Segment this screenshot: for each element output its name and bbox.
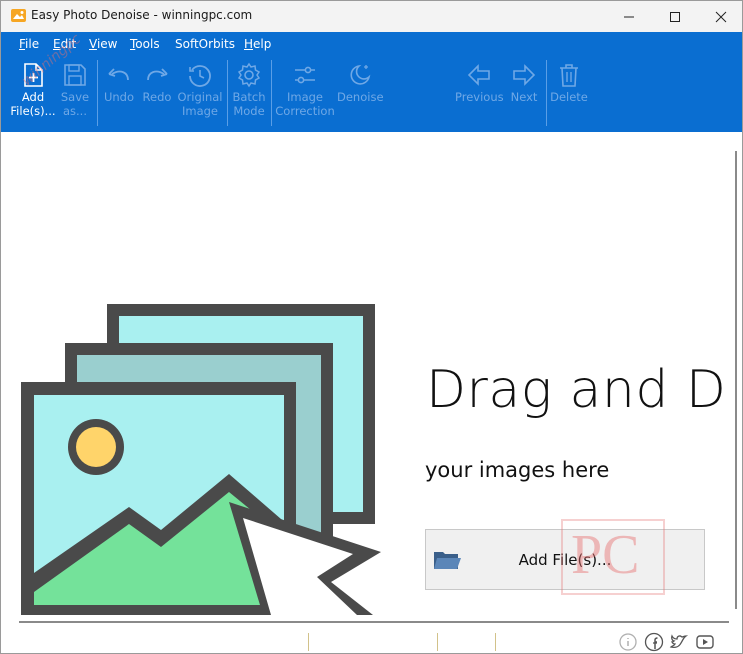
minimize-button[interactable]	[606, 1, 652, 32]
watermark-logo: PC	[571, 524, 640, 586]
toolbar-separator	[546, 60, 547, 126]
batch-mode-label-1: Batch	[232, 90, 266, 104]
menu-tools-label: ools	[135, 37, 160, 51]
menu-view-accel: V	[89, 37, 97, 51]
menu-help-label: elp	[253, 37, 272, 51]
window-title: Easy Photo Denoise - winningpc.com	[31, 8, 253, 22]
app-window: Easy Photo Denoise - winningpc.com File …	[0, 0, 743, 654]
gear-icon	[237, 62, 261, 88]
menu-view[interactable]: View	[89, 37, 117, 51]
moon-stars-icon	[350, 64, 371, 85]
maximize-icon	[670, 11, 680, 22]
next-label: Next	[510, 90, 538, 104]
arrow-left-icon	[467, 64, 490, 86]
maximize-button[interactable]	[652, 1, 698, 32]
batch-mode-label-2: Mode	[233, 104, 265, 118]
toolbar-separator	[271, 60, 272, 126]
menu-softorbits-label: SoftOrbits	[175, 37, 235, 51]
save-icon	[64, 64, 86, 86]
menu-softorbits[interactable]: SoftOrbits	[175, 37, 235, 51]
ribbon: File Edit View Tools SoftOrbits Help Add…	[1, 32, 742, 132]
undo-button[interactable]: Undo	[101, 62, 137, 104]
save-as-label-1: Save	[60, 90, 90, 104]
twitter-icon[interactable]	[669, 632, 689, 652]
denoise-button[interactable]: Denoise	[337, 62, 384, 104]
status-separator	[437, 633, 438, 651]
facebook-icon[interactable]	[644, 632, 664, 652]
sliders-icon	[295, 66, 315, 84]
toolbar-separator	[227, 60, 228, 126]
info-icon[interactable]	[618, 632, 638, 652]
status-separator	[308, 633, 309, 651]
previous-label: Previous	[455, 90, 504, 104]
toolbar-separator	[97, 60, 98, 126]
batch-mode-button[interactable]: Batch Mode	[230, 62, 268, 118]
menu-help[interactable]: Help	[244, 37, 271, 51]
drop-subtitle: your images here	[425, 458, 610, 482]
next-button[interactable]: Next	[507, 62, 541, 104]
original-image-label-2: Image	[181, 104, 219, 118]
arrow-right-icon	[513, 64, 536, 86]
save-as-label-2: as...	[62, 104, 87, 118]
image-correction-button[interactable]: Image Correction	[275, 62, 335, 118]
redo-icon	[147, 68, 168, 81]
status-separator	[495, 633, 496, 651]
redo-button[interactable]: Redo	[139, 62, 175, 104]
save-as-button[interactable]: Save as...	[57, 62, 93, 118]
undo-icon	[108, 68, 129, 81]
status-bar	[1, 629, 742, 653]
vertical-scrollbar[interactable]	[735, 151, 737, 609]
original-image-label-1: Original	[177, 90, 223, 104]
minimize-icon	[624, 16, 634, 17]
photos-illustration	[21, 304, 381, 615]
redo-label: Redo	[142, 90, 172, 104]
image-correction-label-1: Image	[286, 90, 324, 104]
app-logo-icon	[11, 9, 26, 22]
denoise-label: Denoise	[337, 90, 384, 104]
menu-file-label: ile	[25, 37, 40, 51]
menu-view-label: iew	[96, 37, 118, 51]
menu-bar: File Edit View Tools SoftOrbits Help	[1, 32, 742, 56]
previous-button[interactable]: Previous	[455, 62, 504, 104]
menu-tools[interactable]: Tools	[130, 37, 160, 51]
history-icon	[189, 65, 211, 87]
trash-icon	[560, 64, 578, 87]
drop-title: Drag and Drop	[426, 360, 728, 420]
horizontal-scrollbar[interactable]	[19, 621, 729, 623]
undo-label: Undo	[103, 90, 135, 104]
original-image-button[interactable]: Original Image	[177, 62, 223, 118]
image-correction-label-2: Correction	[275, 104, 335, 118]
close-button[interactable]	[698, 1, 742, 32]
menu-help-accel: H	[244, 37, 254, 51]
menu-file[interactable]: File	[19, 37, 39, 51]
add-files-label-2: File(s)...	[10, 104, 56, 118]
close-icon	[715, 11, 727, 22]
youtube-icon[interactable]	[695, 632, 715, 652]
title-bar: Easy Photo Denoise - winningpc.com	[1, 1, 742, 32]
delete-button[interactable]: Delete	[550, 62, 588, 104]
delete-label: Delete	[550, 90, 588, 104]
add-files-label-1: Add	[21, 90, 45, 104]
